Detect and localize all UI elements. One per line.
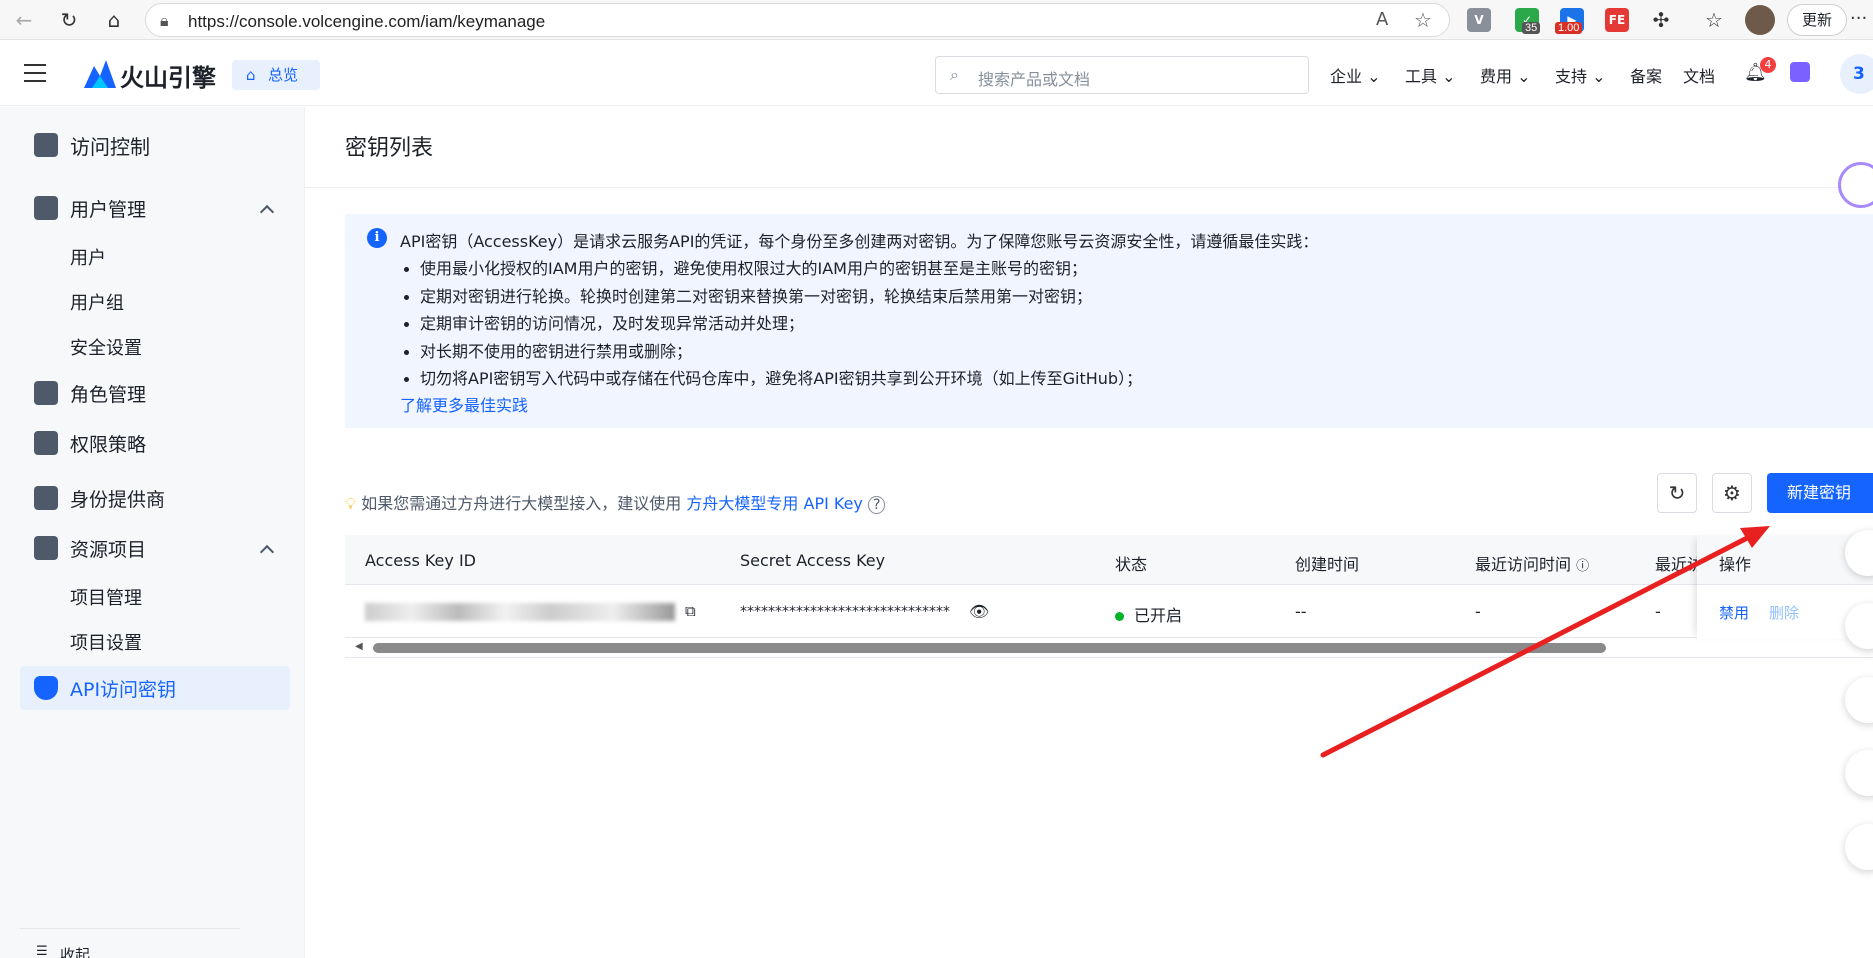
annotation-arrow: [1320, 526, 1770, 758]
